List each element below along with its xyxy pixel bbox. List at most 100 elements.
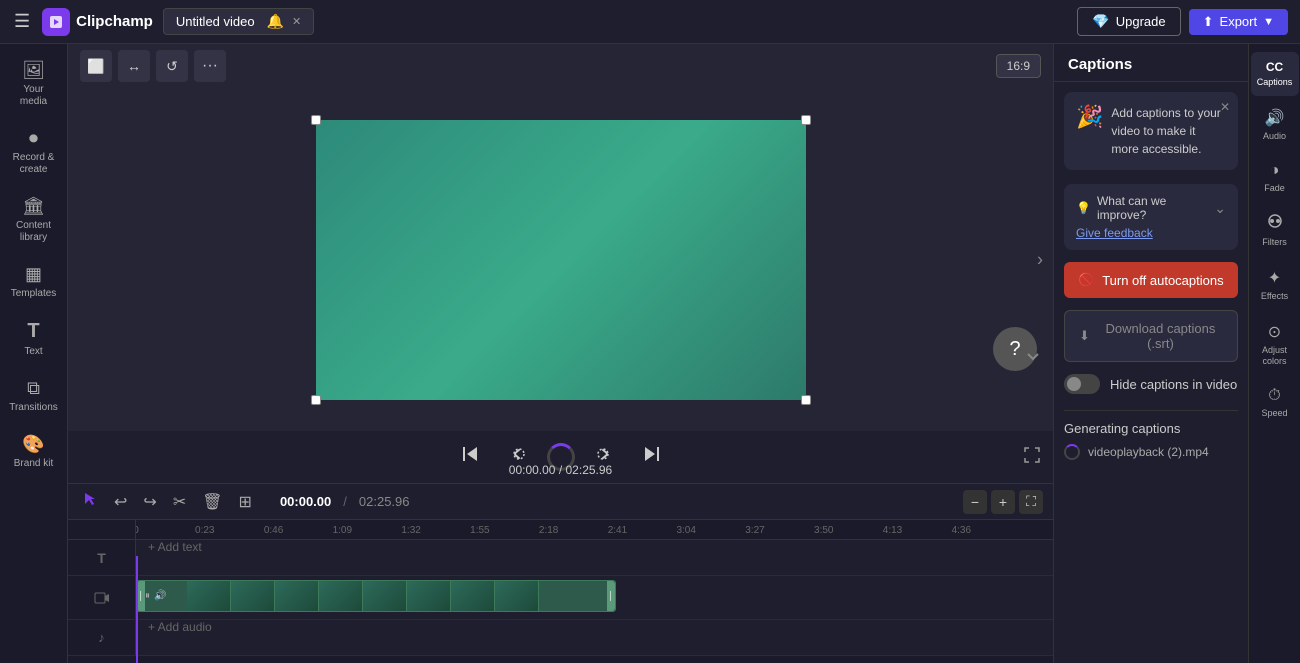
hide-captions-row: Hide captions in video xyxy=(1064,374,1238,394)
right-panel-item-filters[interactable]: Filters xyxy=(1251,205,1299,256)
captions-header: Captions xyxy=(1054,44,1248,82)
hide-captions-toggle[interactable] xyxy=(1064,374,1100,394)
fullscreen-button[interactable] xyxy=(1023,446,1041,469)
effects-panel-icon: ✦ xyxy=(1268,268,1281,288)
video-track-row: ⏸ 🔊 xyxy=(68,576,1053,620)
sidebar-label-text: Text xyxy=(24,346,42,358)
upgrade-button[interactable]: 💎 Upgrade xyxy=(1077,7,1180,36)
title-tab[interactable]: Untitled video 🔔 ✕ xyxy=(163,8,314,35)
clip-audio-icon[interactable]: 🔊 xyxy=(154,591,166,602)
right-panel-item-adjust-colors[interactable]: ⊙ Adjust colors xyxy=(1251,314,1299,375)
feedback-row[interactable]: 💡 What can we improve? ⌄ xyxy=(1076,194,1226,222)
sidebar-item-transitions[interactable]: ⧉ Transitions xyxy=(4,370,64,422)
skip-to-end-button[interactable] xyxy=(637,439,667,475)
ruler-tick-4: 1:32 xyxy=(401,525,420,536)
clip-frame-4 xyxy=(319,581,363,611)
ruler-tick-10: 3:50 xyxy=(814,525,833,536)
timeline-content: 0 0:23 0:46 1:09 1:32 1:55 2:18 2:41 3:0… xyxy=(68,520,1053,663)
timeline-expand-button[interactable]: ⛶ xyxy=(1019,490,1043,514)
zoom-in-button[interactable]: + xyxy=(991,490,1015,514)
resize-handle-bottom-left[interactable] xyxy=(311,395,321,405)
bell-icon: 🔔 xyxy=(267,13,284,30)
audio-track-content[interactable]: + Add audio xyxy=(136,620,1053,655)
video-title: Untitled video xyxy=(176,14,255,29)
clip-thumbnail-strip xyxy=(187,581,615,611)
feedback-link[interactable]: Give feedback xyxy=(1076,222,1226,240)
cut-button[interactable]: ✂ xyxy=(169,490,190,514)
hamburger-button[interactable]: ☰ xyxy=(10,7,34,36)
clip-pause-icon[interactable]: ⏸ xyxy=(145,591,150,602)
clip-frame-1 xyxy=(187,581,231,611)
video-clip[interactable]: ⏸ 🔊 xyxy=(136,580,616,612)
logo-area[interactable]: Clipchamp xyxy=(42,8,153,36)
delete-button[interactable]: 🗑 xyxy=(198,490,226,514)
capture-button[interactable]: ⊞ xyxy=(235,490,256,514)
resize-handle-top-left[interactable] xyxy=(311,115,321,125)
feedback-section: 💡 What can we improve? ⌄ Give feedback xyxy=(1064,184,1238,250)
timeline-current-time: 00:00.00 xyxy=(280,494,331,509)
video-track-content[interactable]: ⏸ 🔊 xyxy=(136,576,1053,619)
right-panel-item-fade[interactable]: ◑ Fade xyxy=(1251,154,1299,202)
ruler-content: 0 0:23 0:46 1:09 1:32 1:55 2:18 2:41 3:0… xyxy=(136,520,1053,539)
video-canvas[interactable] xyxy=(316,120,806,400)
skip-to-start-button[interactable] xyxy=(455,439,485,475)
undo-button[interactable]: ↩ xyxy=(110,490,131,514)
clip-icons-row: ⏸ 🔊 xyxy=(145,591,166,602)
sidebar-item-record-create[interactable]: ⏺ Record & create xyxy=(4,120,64,184)
audio-panel-icon: 🔊 xyxy=(1265,108,1285,128)
flip-tool-button[interactable]: ↔ xyxy=(118,50,150,82)
sidebar-item-your-media[interactable]: 🖼 Your media xyxy=(4,52,64,116)
ruler-tick-7: 2:41 xyxy=(608,525,627,536)
right-panel-item-audio[interactable]: 🔊 Audio xyxy=(1251,100,1299,150)
sidebar-item-templates[interactable]: ▦ Templates xyxy=(4,256,64,308)
right-panel-item-captions[interactable]: CC Captions xyxy=(1251,52,1299,96)
download-icon: ⬇ xyxy=(1079,328,1090,344)
rotate-tool-button[interactable]: ↺ xyxy=(156,50,188,82)
crop-tool-button[interactable]: ⬜ xyxy=(80,50,112,82)
sidebar-item-text[interactable]: T Text xyxy=(4,312,64,366)
gem-icon: 💎 xyxy=(1092,13,1109,30)
logo-icon xyxy=(42,8,70,36)
effects-panel-label: Effects xyxy=(1261,291,1288,302)
sidebar-item-content-library[interactable]: 🏛 Content library xyxy=(4,188,64,252)
download-label: Download captions (.srt) xyxy=(1098,321,1223,351)
left-sidebar: 🖼 Your media ⏺ Record & create 🏛 Content… xyxy=(0,44,68,663)
ruler-tick-5: 1:55 xyxy=(470,525,489,536)
feedback-question: What can we improve? xyxy=(1097,194,1214,222)
adjust-colors-panel-label: Adjust colors xyxy=(1255,345,1295,367)
text-track-content[interactable]: + Add text xyxy=(136,540,1053,575)
ruler-tick-2: 0:46 xyxy=(264,525,283,536)
right-panel-item-speed[interactable]: ⏱ Speed xyxy=(1251,379,1299,427)
time-display: 00:00.00 / 02:25.96 xyxy=(509,463,612,477)
clip-handle-left[interactable] xyxy=(137,581,145,611)
redo-button[interactable]: ↪ xyxy=(139,490,160,514)
video-canvas-background xyxy=(316,120,806,400)
generating-section: Generating captions videoplayback (2).mp… xyxy=(1064,410,1238,460)
zoom-out-button[interactable]: − xyxy=(963,490,987,514)
captions-info-card: 🎉 Add captions to your video to make it … xyxy=(1064,92,1238,170)
sidebar-label-your-media: Your media xyxy=(10,84,58,108)
current-time: 00:00.00 xyxy=(509,463,556,477)
title-tab-close[interactable]: ✕ xyxy=(292,15,301,28)
sidebar-label-transitions: Transitions xyxy=(9,402,58,414)
clip-frame-5 xyxy=(363,581,407,611)
sidebar-label-templates: Templates xyxy=(11,288,57,300)
clip-handle-right[interactable] xyxy=(607,581,615,611)
add-audio-label[interactable]: + Add audio xyxy=(136,620,1053,634)
export-label: Export xyxy=(1220,14,1258,29)
expand-down-arrow[interactable] xyxy=(1023,346,1043,371)
resize-handle-top-right[interactable] xyxy=(801,115,811,125)
canvas-expand-arrow[interactable]: › xyxy=(1037,249,1043,270)
select-tool-button[interactable] xyxy=(78,489,102,514)
topbar: ☰ Clipchamp Untitled video 🔔 ✕ 💎 Upgrade… xyxy=(0,0,1300,44)
right-panel-item-effects[interactable]: ✦ Effects xyxy=(1251,260,1299,310)
captions-info-emoji: 🎉 xyxy=(1076,104,1103,130)
captions-info-close-button[interactable]: ✕ xyxy=(1220,100,1230,114)
sidebar-item-brand-kit[interactable]: 🎨 Brand kit xyxy=(4,426,64,478)
export-button[interactable]: ⬆ Export ▼ xyxy=(1189,9,1288,35)
more-tools-button[interactable]: ··· xyxy=(194,50,226,82)
turn-off-autocaptions-button[interactable]: 🚫 Turn off autocaptions xyxy=(1064,262,1238,298)
clip-frame-7 xyxy=(451,581,495,611)
add-text-label[interactable]: + Add text xyxy=(136,540,1053,554)
resize-handle-bottom-right[interactable] xyxy=(801,395,811,405)
